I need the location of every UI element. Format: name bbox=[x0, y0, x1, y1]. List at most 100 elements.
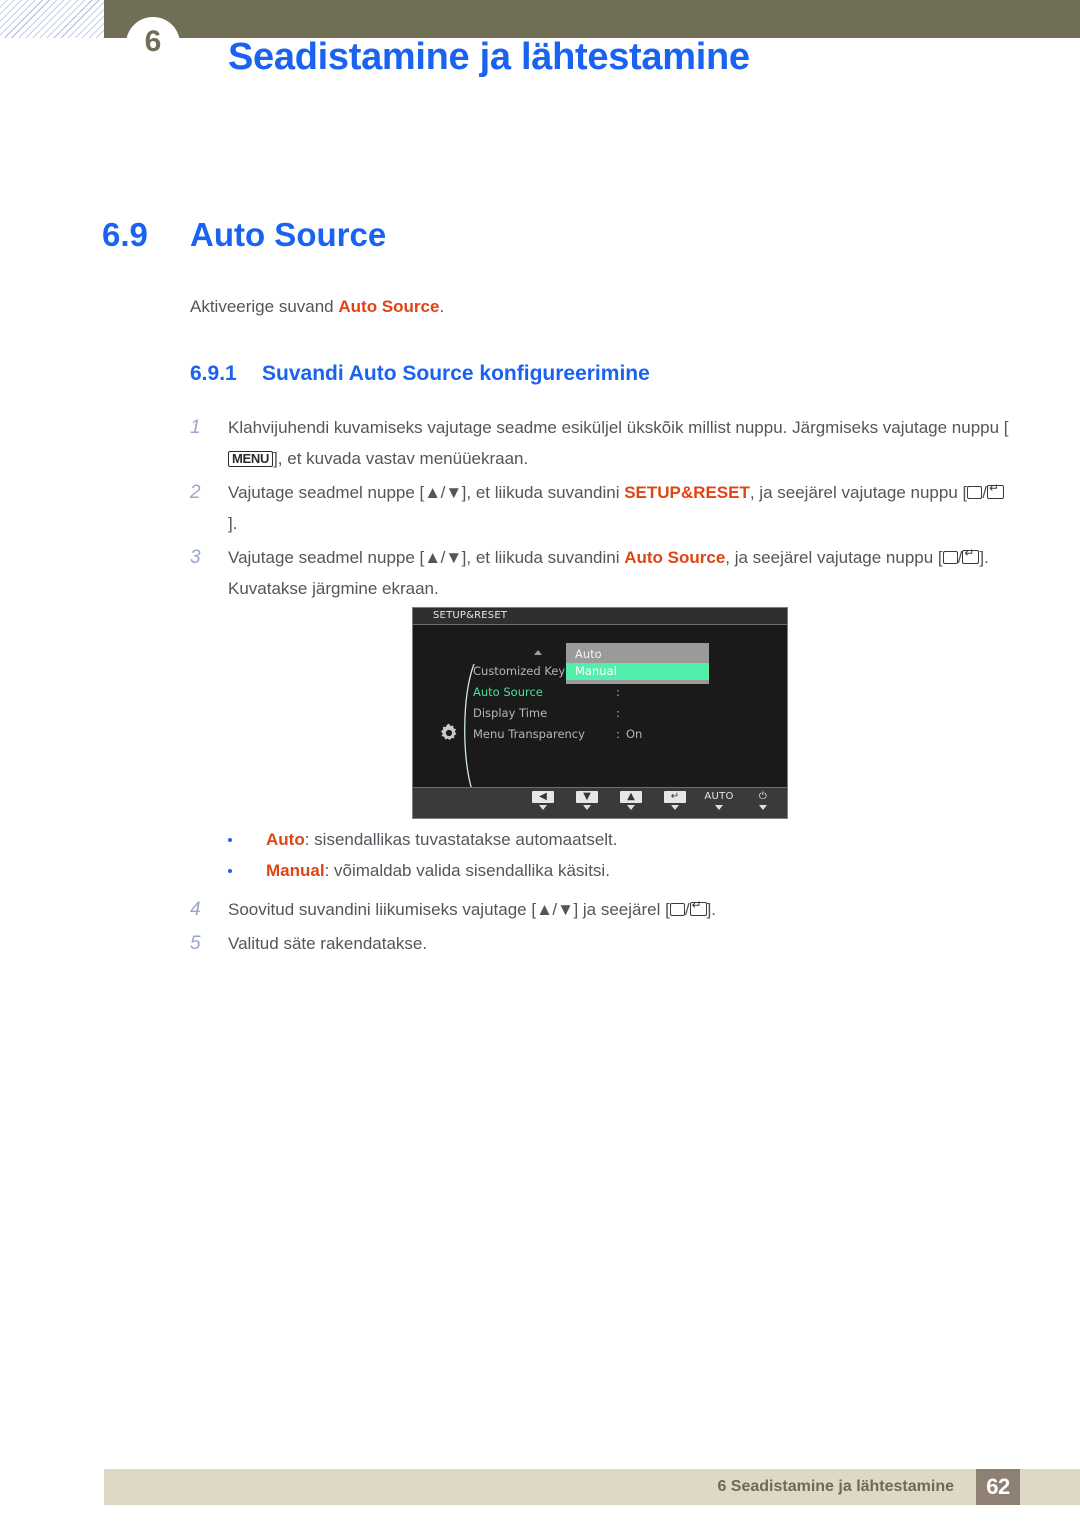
intro-prefix: Aktiveerige suvand bbox=[190, 297, 339, 316]
step-text: ], et liikuda suvandini bbox=[461, 483, 625, 502]
step-text: ]. bbox=[228, 514, 238, 533]
highlighted-term: Auto Source bbox=[624, 548, 726, 567]
highlighted-term: SETUP&RESET bbox=[624, 483, 750, 502]
footer-bar: 6 Seadistamine ja lähtestamine bbox=[104, 1469, 976, 1505]
step-text: ]. bbox=[706, 900, 717, 919]
step-text: / bbox=[684, 900, 690, 919]
osd-power-button[interactable]: ⏻ bbox=[747, 791, 779, 810]
gear-icon bbox=[441, 723, 457, 741]
auto-icon: AUTO bbox=[704, 791, 734, 802]
chapter-number: 6 bbox=[144, 25, 162, 58]
subsection-title: Suvandi Auto Source konfigureerimine bbox=[262, 362, 650, 385]
osd-button-tick-icon bbox=[627, 805, 635, 810]
step-number: 5 bbox=[190, 933, 201, 954]
osd-auto-button[interactable]: AUTO bbox=[703, 791, 735, 810]
page-number-box: 62 bbox=[976, 1469, 1020, 1505]
osd-body: Customized Key:Eco SavingAuto Source:Dis… bbox=[413, 626, 787, 791]
osd-menu-colon: : bbox=[616, 706, 620, 720]
power-icon: ⏻ bbox=[758, 791, 768, 802]
osd-menu-label: Auto Source bbox=[473, 685, 543, 699]
osd-menu-row[interactable]: Auto Source: bbox=[473, 682, 783, 703]
arrow-key-icon: ▲ bbox=[424, 548, 441, 567]
osd-button-tick-icon bbox=[759, 805, 767, 810]
section-number: 6.9 bbox=[102, 216, 148, 253]
step-text: Vajutage seadmel nuppe [ bbox=[228, 548, 425, 567]
down-icon: ▼ bbox=[576, 791, 598, 803]
osd-title: SETUP&RESET bbox=[433, 610, 508, 621]
osd-auto-source-dropdown[interactable]: Auto Manual bbox=[566, 643, 709, 684]
step-text: Vajutage seadmel nuppe [ bbox=[228, 483, 425, 502]
menu-key-badge: MENU bbox=[228, 451, 274, 467]
osd-menu-value: On bbox=[626, 727, 643, 741]
subsection-heading: 6.9.1 Suvandi Auto Source konfigureerimin… bbox=[190, 362, 650, 386]
instruction-step: 2 Vajutage seadmel nuppe [▲/▼], et liikud… bbox=[190, 477, 1010, 539]
arrow-key-icon: ▼ bbox=[445, 483, 462, 502]
step-text: Klahvijuhendi kuvamiseks vajutage seadme… bbox=[228, 418, 1009, 437]
footer-bar-tail bbox=[1020, 1469, 1080, 1505]
section-intro: Aktiveerige suvand Auto Source. bbox=[190, 297, 444, 317]
page-title: Seadistamine ja lähtestamine bbox=[228, 36, 750, 78]
osd-screenshot: SETUP&RESET Customized Key:Eco SavingAut… bbox=[412, 607, 788, 819]
enter-button-icon bbox=[689, 899, 707, 916]
option-term: Auto bbox=[266, 830, 305, 849]
source-button-icon bbox=[967, 486, 983, 499]
step-number: 4 bbox=[190, 899, 201, 920]
osd-menu-colon: : bbox=[616, 727, 620, 741]
section-heading: 6.9 Auto Source bbox=[102, 216, 386, 254]
step-number: 3 bbox=[190, 547, 201, 568]
step-text: , ja seejärel vajutage nuppu [ bbox=[725, 548, 943, 567]
step-text: , ja seejärel vajutage nuppu [ bbox=[749, 483, 968, 502]
osd-button-tick-icon bbox=[583, 805, 591, 810]
osd-scroll-up-indicator-icon bbox=[534, 650, 542, 655]
option-description-item: Manual: võimaldab valida sisendallika kä… bbox=[228, 855, 928, 886]
osd-menu-label: Display Time bbox=[473, 706, 548, 720]
osd-dropdown-option[interactable]: Auto bbox=[566, 646, 709, 663]
instruction-steps-list: 1 Klahvijuhendi kuvamiseks vajutage seadm… bbox=[190, 412, 1010, 607]
osd-menu-row[interactable]: Display Time: bbox=[473, 703, 783, 724]
step-text: Valitud säte rakendatakse. bbox=[228, 934, 428, 953]
osd-menu-row[interactable]: Menu Transparency: On bbox=[473, 724, 783, 745]
instruction-steps-list-continued: 4 Soovitud suvandini liikumiseks vajutage… bbox=[190, 894, 1010, 962]
osd-enter-button[interactable]: ↵ bbox=[659, 791, 691, 810]
arrow-key-icon: ▲ bbox=[536, 900, 553, 919]
option-description: : võimaldab valida sisendallika käsitsi. bbox=[324, 861, 610, 880]
step-number: 1 bbox=[190, 417, 201, 438]
step-text: ], et kuvada vastav menüüekraan. bbox=[273, 449, 529, 468]
arrow-key-icon: ▼ bbox=[557, 900, 574, 919]
arrow-key-icon: ▼ bbox=[445, 548, 462, 567]
option-description-item: Auto: sisendallikas tuvastatakse automaa… bbox=[228, 824, 928, 855]
chapter-number-badge: 6 bbox=[126, 17, 180, 71]
header-band bbox=[104, 0, 1080, 38]
osd-button-tick-icon bbox=[671, 805, 679, 810]
instruction-step: 1 Klahvijuhendi kuvamiseks vajutage seadm… bbox=[190, 412, 1010, 474]
option-descriptions-list: Auto: sisendallikas tuvastatakse automaa… bbox=[228, 824, 928, 886]
osd-back-button[interactable]: ◀ bbox=[527, 791, 559, 810]
enter-button-icon bbox=[986, 482, 1004, 499]
source-button-icon bbox=[942, 551, 958, 564]
intro-highlight: Auto Source bbox=[338, 297, 440, 316]
enter-button-icon bbox=[962, 547, 980, 564]
footer-chapter-label: 6 Seadistamine ja lähtestamine bbox=[717, 1478, 954, 1495]
step-number: 2 bbox=[190, 482, 201, 503]
osd-menu-label: Menu Transparency bbox=[473, 727, 585, 741]
option-term: Manual bbox=[266, 861, 325, 880]
osd-button-tick-icon bbox=[715, 805, 723, 810]
step-text: Soovitud suvandini liikumiseks vajutage … bbox=[228, 900, 537, 919]
instruction-step: 4 Soovitud suvandini liikumiseks vajutage… bbox=[190, 894, 1010, 925]
option-description: : sisendallikas tuvastatakse automaatsel… bbox=[304, 830, 618, 849]
intro-suffix: . bbox=[439, 297, 445, 316]
enter-icon: ↵ bbox=[664, 791, 686, 803]
osd-down-button[interactable]: ▼ bbox=[571, 791, 603, 810]
step-text: ] ja seejärel [ bbox=[573, 900, 670, 919]
osd-button-group: ◀ ▼ ▲ ↵ AUTO ⏻ bbox=[527, 791, 779, 810]
instruction-step: 5 Valitud säte rakendatakse. bbox=[190, 928, 1010, 959]
osd-menu-label: Customized Key bbox=[473, 664, 566, 678]
arrow-key-icon: ▲ bbox=[424, 483, 441, 502]
osd-dropdown-option[interactable]: Manual bbox=[566, 663, 709, 680]
osd-button-tick-icon bbox=[539, 805, 547, 810]
osd-button-bar: ◀ ▼ ▲ ↵ AUTO ⏻ bbox=[413, 787, 787, 818]
osd-up-button[interactable]: ▲ bbox=[615, 791, 647, 810]
back-icon: ◀ bbox=[532, 791, 554, 803]
subsection-number: 6.9.1 bbox=[190, 362, 237, 385]
section-title: Auto Source bbox=[190, 216, 387, 253]
